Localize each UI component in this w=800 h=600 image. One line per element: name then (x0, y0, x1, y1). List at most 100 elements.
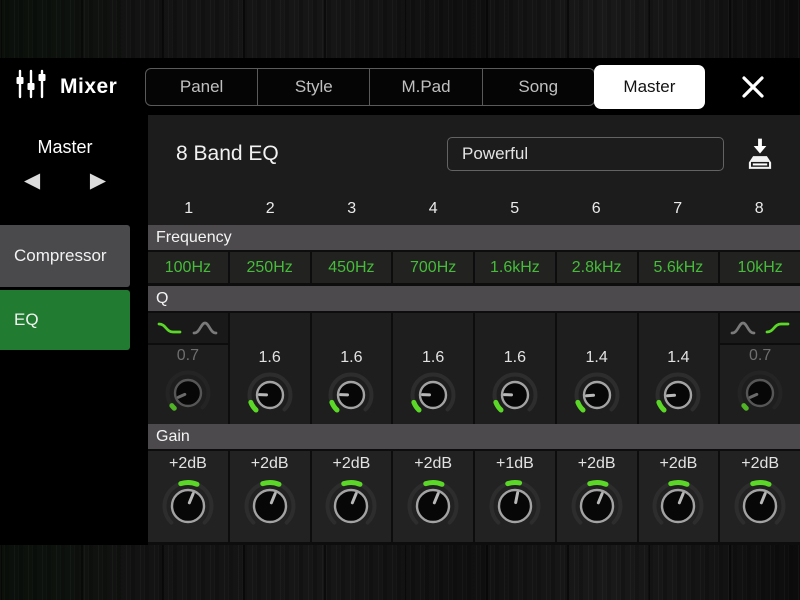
close-icon (741, 75, 764, 98)
frequency-value-band-2[interactable]: 250Hz (229, 252, 310, 283)
q-knob-band-5[interactable] (475, 369, 555, 424)
q-shape-spacer (230, 313, 310, 347)
q-value-band-4: 1.6 (422, 349, 445, 366)
sidebar: Master ◀ ▶ Compressor EQ (0, 115, 130, 545)
q-column-band-6: 1.4 (556, 313, 637, 424)
q-knob-band-8[interactable] (720, 367, 800, 424)
q-knob-band-7[interactable] (639, 369, 719, 424)
title-group: Mixer (0, 68, 145, 105)
eq-panel: 8 Band EQ Powerful 123456 7 8 Frequency … (148, 115, 800, 545)
gain-value-band-4: +2dB (414, 455, 453, 472)
q-knob-band-2[interactable] (230, 369, 310, 424)
close-area (705, 68, 800, 106)
q-knob-band-1[interactable] (148, 367, 228, 424)
frequency-value-band-4[interactable]: 700Hz (393, 252, 473, 283)
band-number-6: 6 (591, 200, 601, 217)
gain-value-band-6: +2dB (577, 455, 616, 472)
gain-column-band-5: +1dB (475, 451, 555, 542)
preset-value: Powerful (462, 144, 529, 163)
band-number-2: 2 (265, 200, 275, 217)
gain-row: +2dB +2dB +2dB +2dB +1dB +2dB +2dB +2dB (148, 449, 800, 545)
gain-value-band-2: +2dB (250, 455, 289, 472)
q-column-band-7: 1.4 (638, 313, 719, 424)
tab-bar: Panel Style M.Pad Song Master (145, 64, 706, 109)
band-number-3: 3 (347, 200, 357, 217)
gain-column-band-8: +2dB (720, 451, 800, 542)
part-prev-button[interactable]: ◀ (24, 170, 40, 191)
q-column-band-1: 0.7 (148, 313, 228, 424)
peak-shape-icon[interactable] (730, 320, 756, 336)
gain-value-band-3: +2dB (332, 455, 371, 472)
save-icon (748, 138, 772, 169)
gain-knob-band-3[interactable] (312, 477, 392, 542)
q-column-band-2: 1.6 (229, 313, 310, 424)
tab-style[interactable]: Style (257, 67, 371, 106)
frequency-value-band-1[interactable]: 100Hz (148, 252, 228, 283)
gain-column-band-1: +2dB (148, 451, 228, 542)
band-numbers-row: 1 2 3 4 5 6 7 8 (148, 193, 800, 225)
frequency-value-band-7[interactable]: 5.6kHz (638, 252, 719, 283)
gain-value-band-7: +2dB (659, 455, 698, 472)
q-knob-band-4[interactable] (393, 369, 473, 424)
preset-selector[interactable]: Powerful (447, 137, 724, 171)
band-number-7: 7 (673, 200, 683, 217)
part-selector: Master ◀ ▶ (0, 115, 130, 225)
q-column-band-4: 1.6 (393, 313, 473, 424)
frequency-value-band-3[interactable]: 450Hz (311, 252, 392, 283)
q-knob-band-6[interactable] (557, 369, 637, 424)
band-number-4: 4 (428, 200, 438, 217)
mixer-window: Mixer Panel Style M.Pad Song Master Master (0, 58, 800, 545)
save-button[interactable] (742, 136, 778, 172)
q-column-band-8: 0.7 (720, 313, 800, 424)
q-shape-spacer (475, 313, 555, 347)
tab-song[interactable]: Song (481, 67, 595, 106)
q-shape-spacer (557, 313, 637, 347)
gain-section-label: Gain (148, 424, 800, 449)
device-screen: Mixer Panel Style M.Pad Song Master Master (0, 0, 800, 600)
q-shape-spacer (393, 313, 473, 347)
q-value-band-5: 1.6 (503, 349, 526, 366)
part-next-button[interactable]: ▶ (90, 170, 106, 191)
tab-panel[interactable]: Panel (145, 67, 259, 106)
q-section-label: Q (148, 286, 800, 311)
part-arrows: ◀ ▶ (0, 158, 130, 191)
frequency-value-band-5[interactable]: 1.6kHz (475, 252, 555, 283)
eq-header: 8 Band EQ Powerful (148, 115, 800, 193)
q-value-band-1: 0.7 (176, 347, 199, 364)
tab-master[interactable]: Master (593, 64, 706, 109)
peak-shape-icon[interactable] (192, 320, 218, 336)
close-button[interactable] (734, 68, 772, 106)
gain-column-band-4: +2dB (393, 451, 473, 542)
q-value-band-2: 1.6 (258, 349, 281, 366)
high-shelf-shape-icon[interactable] (765, 320, 791, 336)
gain-value-band-8: +2dB (741, 455, 780, 472)
gain-knob-band-5[interactable] (475, 477, 555, 542)
gain-value-band-1: +2dB (168, 455, 207, 472)
q-value-band-8: 0.7 (749, 347, 772, 364)
sidebar-item-eq[interactable]: EQ (0, 290, 130, 350)
q-knob-band-3[interactable] (312, 369, 392, 424)
q-shape-spacer (639, 313, 719, 347)
frequency-row: 100Hz 250Hz 450Hz 700Hz 1.6kHz 2.8kHz 5.6kHz 10… (148, 250, 800, 286)
content-area: Master ◀ ▶ Compressor EQ 8 Band EQ Powerf… (0, 115, 800, 545)
page-title: 8 Band EQ (176, 142, 279, 165)
gain-knob-band-6[interactable] (557, 477, 637, 542)
gain-knob-band-7[interactable] (639, 477, 719, 542)
gain-knob-band-8[interactable] (720, 477, 800, 542)
band-number-8: 8 (754, 200, 764, 217)
frequency-value-band-8[interactable]: 10kHz (720, 252, 800, 283)
tab-m-pad[interactable]: M.Pad (369, 67, 483, 106)
gain-knob-band-4[interactable] (393, 477, 473, 542)
q-value-band-6: 1.4 (585, 349, 608, 366)
window-title: Mixer (60, 74, 118, 98)
gain-column-band-3: +2dB (311, 451, 392, 542)
low-shelf-shape-icon[interactable] (157, 320, 183, 336)
sidebar-item-compressor[interactable]: Compressor (0, 225, 130, 287)
q-value-band-7: 1.4 (667, 349, 690, 366)
frequency-value-band-6[interactable]: 2.8kHz (556, 252, 637, 283)
gain-value-band-5: +1dB (495, 455, 534, 472)
gain-column-band-7: +2dB (638, 451, 719, 542)
gain-knob-band-1[interactable] (148, 477, 228, 542)
gain-knob-band-2[interactable] (230, 477, 310, 542)
